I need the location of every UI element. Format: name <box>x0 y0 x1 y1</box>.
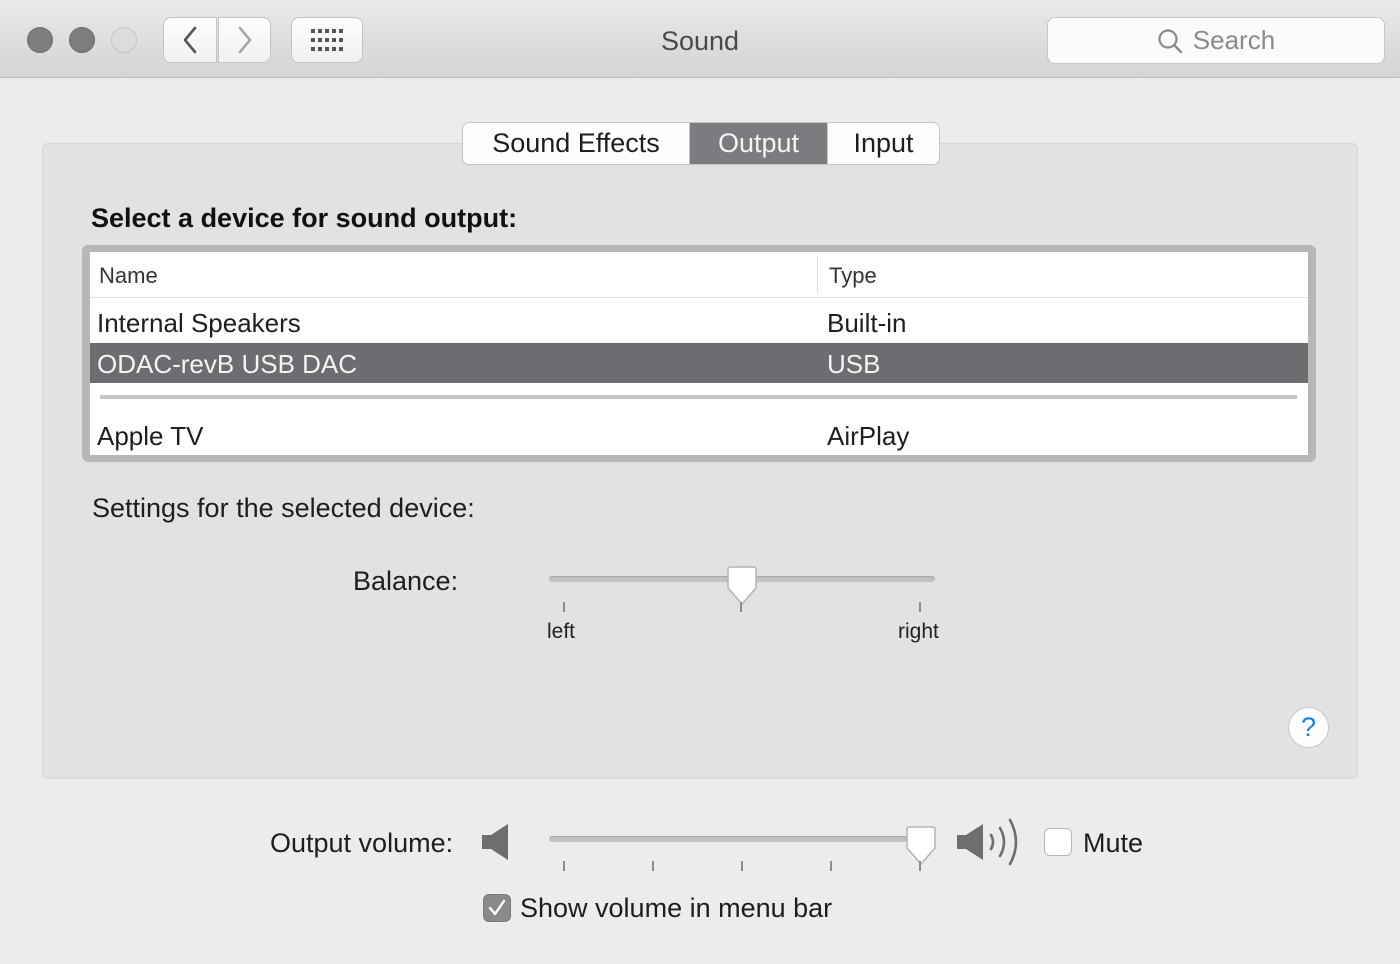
device-name: ODAC-revB USB DAC <box>97 349 358 379</box>
balance-tick-center <box>740 602 742 612</box>
device-name: Internal Speakers <box>97 308 301 338</box>
device-table: Name Type Internal Speakers Built-in ODA… <box>82 245 1316 462</box>
balance-right-label: right <box>898 620 939 643</box>
output-volume-label: Output volume: <box>270 828 454 858</box>
mute-checkbox[interactable] <box>1044 828 1072 856</box>
table-row[interactable]: Internal Speakers Built-in <box>90 302 1308 342</box>
show-volume-checkbox[interactable] <box>483 894 511 922</box>
table-header: Name Type <box>90 252 1308 298</box>
column-divider <box>817 257 818 293</box>
balance-tick-right <box>919 602 921 612</box>
show-volume-label[interactable]: Show volume in menu bar <box>520 893 832 924</box>
list-separator <box>100 395 1297 399</box>
title-bar: Sound Search <box>0 0 1400 78</box>
table-row[interactable]: Apple TV AirPlay <box>90 415 1308 455</box>
balance-tick-left <box>563 602 565 612</box>
settings-label: Settings for the selected device: <box>92 493 475 523</box>
device-table-body: Name Type Internal Speakers Built-in ODA… <box>90 252 1308 455</box>
minimize-button[interactable] <box>69 27 95 53</box>
window-title: Sound <box>660 26 740 56</box>
show-all-button[interactable] <box>291 17 363 63</box>
tab-input[interactable]: Input <box>827 123 939 164</box>
volume-tick <box>563 861 565 871</box>
column-header-type[interactable]: Type <box>829 263 877 289</box>
search-icon <box>1158 28 1182 53</box>
search-field[interactable]: Search <box>1047 17 1385 64</box>
device-name: Apple TV <box>97 421 204 451</box>
balance-label: Balance: <box>353 566 459 596</box>
column-header-name[interactable]: Name <box>99 263 158 289</box>
volume-tick <box>741 861 743 871</box>
device-type: Built-in <box>827 308 907 338</box>
table-row-selected[interactable]: ODAC-revB USB DAC USB <box>90 343 1308 383</box>
volume-slider-track[interactable] <box>549 836 935 842</box>
chevron-left-icon <box>183 26 197 54</box>
speaker-low-icon <box>482 824 508 860</box>
search-placeholder: Search <box>1192 25 1276 55</box>
mute-label[interactable]: Mute <box>1083 828 1143 859</box>
grid-icon <box>311 29 343 51</box>
volume-tick <box>919 861 921 871</box>
close-button[interactable] <box>27 27 53 53</box>
volume-slider-thumb[interactable] <box>904 826 938 866</box>
device-type: AirPlay <box>827 421 910 451</box>
volume-tick <box>652 861 654 871</box>
forward-button[interactable] <box>218 17 271 63</box>
help-icon: ? <box>1300 712 1317 742</box>
checkmark-icon <box>488 899 506 916</box>
chevron-right-icon <box>238 26 251 54</box>
section-title: Select a device for sound output: <box>91 203 518 233</box>
tab-sound-effects[interactable]: Sound Effects <box>463 123 689 164</box>
tab-bar: Sound Effects Output Input <box>462 122 940 165</box>
zoom-button[interactable] <box>111 27 137 53</box>
help-button[interactable]: ? <box>1288 707 1329 748</box>
balance-left-label: left <box>547 620 576 643</box>
back-button[interactable] <box>163 17 217 63</box>
speaker-high-icon <box>957 818 1018 866</box>
device-type: USB <box>827 349 881 379</box>
volume-tick <box>830 861 832 871</box>
balance-slider-thumb[interactable] <box>725 566 759 606</box>
tab-output[interactable]: Output <box>689 123 827 164</box>
